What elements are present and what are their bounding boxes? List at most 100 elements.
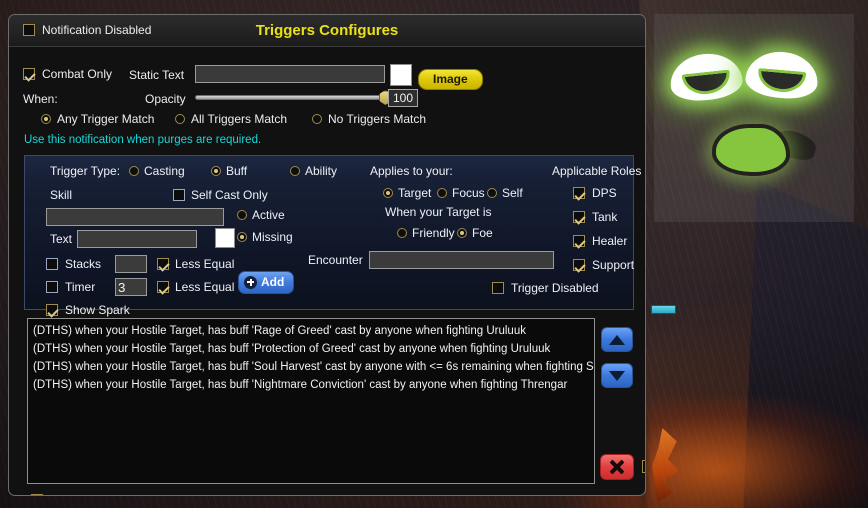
combat-only-label: Combat Only: [42, 67, 113, 81]
show-spark-box-icon[interactable]: [46, 304, 58, 316]
radio-foe[interactable]: Foe: [457, 226, 493, 240]
timer-checkbox[interactable]: Timer: [46, 280, 95, 294]
dps-box-icon[interactable]: [573, 187, 585, 199]
role-healer-checkbox[interactable]: Healer: [573, 234, 627, 248]
trigger-disabled-box-icon[interactable]: [492, 282, 504, 294]
timer-input[interactable]: [115, 278, 147, 296]
ability-radio-icon[interactable]: [290, 166, 300, 176]
show-spark-checkbox[interactable]: Show Spark: [46, 303, 130, 317]
radio-trigger-type-casting[interactable]: Casting: [129, 164, 185, 178]
opacity-label: Opacity: [145, 92, 186, 106]
radio-trigger-type-ability[interactable]: Ability: [290, 164, 337, 178]
search-starts-with-box-icon[interactable]: [31, 494, 43, 495]
stacks-box-icon[interactable]: [46, 258, 58, 270]
radio-missing[interactable]: Missing: [237, 230, 293, 244]
focus-radio-icon[interactable]: [437, 188, 447, 198]
active-label: Active: [252, 208, 285, 222]
no-triggers-match-radio-icon[interactable]: [312, 114, 322, 124]
self-label: Self: [502, 186, 523, 200]
timer-less-equal-checkbox[interactable]: Less Equal: [157, 280, 234, 294]
when-label: When:: [23, 92, 58, 106]
casting-radio-icon[interactable]: [129, 166, 139, 176]
text-input[interactable]: [77, 230, 197, 248]
all-triggers-match-radio-icon[interactable]: [175, 114, 185, 124]
opacity-value[interactable]: 100: [388, 89, 419, 107]
no-triggers-match-label: No Triggers Match: [328, 112, 427, 126]
encounter-label: Encounter: [308, 253, 363, 267]
delete-button[interactable]: [600, 454, 634, 480]
radio-all-triggers-match[interactable]: All Triggers Match: [175, 112, 287, 126]
text-label: Text: [50, 232, 73, 246]
trigger-list[interactable]: (DTHS) when your Hostile Target, has buf…: [27, 318, 595, 484]
role-tank-checkbox[interactable]: Tank: [573, 210, 617, 224]
search-starts-with-checkbox[interactable]: Search Starts with: [31, 493, 147, 495]
list-item[interactable]: (DTHS) when your Hostile Target, has buf…: [30, 340, 594, 358]
opacity-slider[interactable]: [195, 90, 392, 105]
stacks-label: Stacks: [65, 257, 102, 271]
delete-confirm-checkbox[interactable]: [642, 460, 645, 473]
add-button[interactable]: Add: [238, 271, 295, 294]
text-color-swatch[interactable]: [215, 228, 235, 248]
support-box-icon[interactable]: [573, 259, 585, 271]
foe-radio-icon[interactable]: [457, 228, 467, 238]
support-label: Support: [592, 258, 635, 272]
self-cast-only-checkbox[interactable]: Self Cast Only: [173, 188, 268, 202]
radio-active[interactable]: Active: [237, 208, 285, 222]
list-item[interactable]: (DTHS) when your Hostile Target, has buf…: [30, 322, 594, 340]
radio-target[interactable]: Target: [383, 186, 431, 200]
opacity-slider-track[interactable]: [195, 95, 385, 100]
radio-trigger-type-buff[interactable]: Buff: [211, 164, 247, 178]
radio-friendly[interactable]: Friendly: [397, 226, 455, 240]
active-radio-icon[interactable]: [237, 210, 247, 220]
list-item[interactable]: (DTHS) when your Hostile Target, has buf…: [30, 376, 594, 394]
healer-box-icon[interactable]: [573, 235, 585, 247]
friendly-radio-icon[interactable]: [397, 228, 407, 238]
stacks-input[interactable]: [115, 255, 147, 273]
target-radio-icon[interactable]: [383, 188, 393, 198]
timer-less-equal-box-icon[interactable]: [157, 281, 169, 293]
self-cast-only-box-icon[interactable]: [173, 189, 185, 201]
when-target-is-label: When your Target is: [385, 205, 492, 219]
move-down-button[interactable]: [601, 363, 633, 388]
friendly-label: Friendly: [412, 226, 455, 240]
role-support-checkbox[interactable]: Support: [573, 258, 634, 272]
combat-only-box-icon[interactable]: [23, 68, 35, 80]
missing-label: Missing: [252, 230, 293, 244]
buff-radio-icon[interactable]: [211, 166, 221, 176]
stacks-less-equal-checkbox[interactable]: Less Equal: [157, 257, 234, 271]
trigger-disabled-checkbox[interactable]: Trigger Disabled: [492, 281, 599, 295]
trigger-type-label: Trigger Type:: [50, 164, 121, 178]
trigger-disabled-label: Trigger Disabled: [511, 281, 599, 295]
list-item[interactable]: (DTHS) when your Hostile Target, has buf…: [30, 358, 594, 376]
ability-label: Ability: [305, 164, 338, 178]
stacks-checkbox[interactable]: Stacks: [46, 257, 101, 271]
radio-self[interactable]: Self: [487, 186, 523, 200]
static-text-color-swatch[interactable]: [390, 64, 412, 86]
role-dps-checkbox[interactable]: DPS: [573, 186, 617, 200]
static-text-input[interactable]: [195, 65, 385, 83]
tank-label: Tank: [592, 210, 618, 224]
self-radio-icon[interactable]: [487, 188, 497, 198]
any-trigger-match-radio-icon[interactable]: [41, 114, 51, 124]
window-titlebar: Notification Disabled Triggers Configure…: [9, 15, 645, 47]
focus-label: Focus: [452, 186, 485, 200]
stacks-less-equal-box-icon[interactable]: [157, 258, 169, 270]
image-button[interactable]: Image: [418, 69, 483, 90]
skill-label: Skill: [50, 188, 73, 202]
casting-label: Casting: [144, 164, 185, 178]
creature-face-art: [654, 14, 854, 222]
combat-only-checkbox[interactable]: Combat Only: [23, 67, 112, 81]
tank-box-icon[interactable]: [573, 211, 585, 223]
dps-label: DPS: [592, 186, 617, 200]
left-pupil-icon: [681, 69, 732, 97]
plus-icon: [244, 275, 257, 289]
missing-radio-icon[interactable]: [237, 232, 247, 242]
timer-box-icon[interactable]: [46, 281, 58, 293]
skill-input[interactable]: [46, 208, 224, 226]
move-up-button[interactable]: [601, 327, 633, 352]
radio-focus[interactable]: Focus: [437, 186, 485, 200]
radio-no-triggers-match[interactable]: No Triggers Match: [312, 112, 426, 126]
radio-any-trigger-match[interactable]: Any Trigger Match: [41, 112, 154, 126]
triangle-up-icon: [609, 334, 625, 345]
encounter-input[interactable]: [369, 251, 554, 269]
